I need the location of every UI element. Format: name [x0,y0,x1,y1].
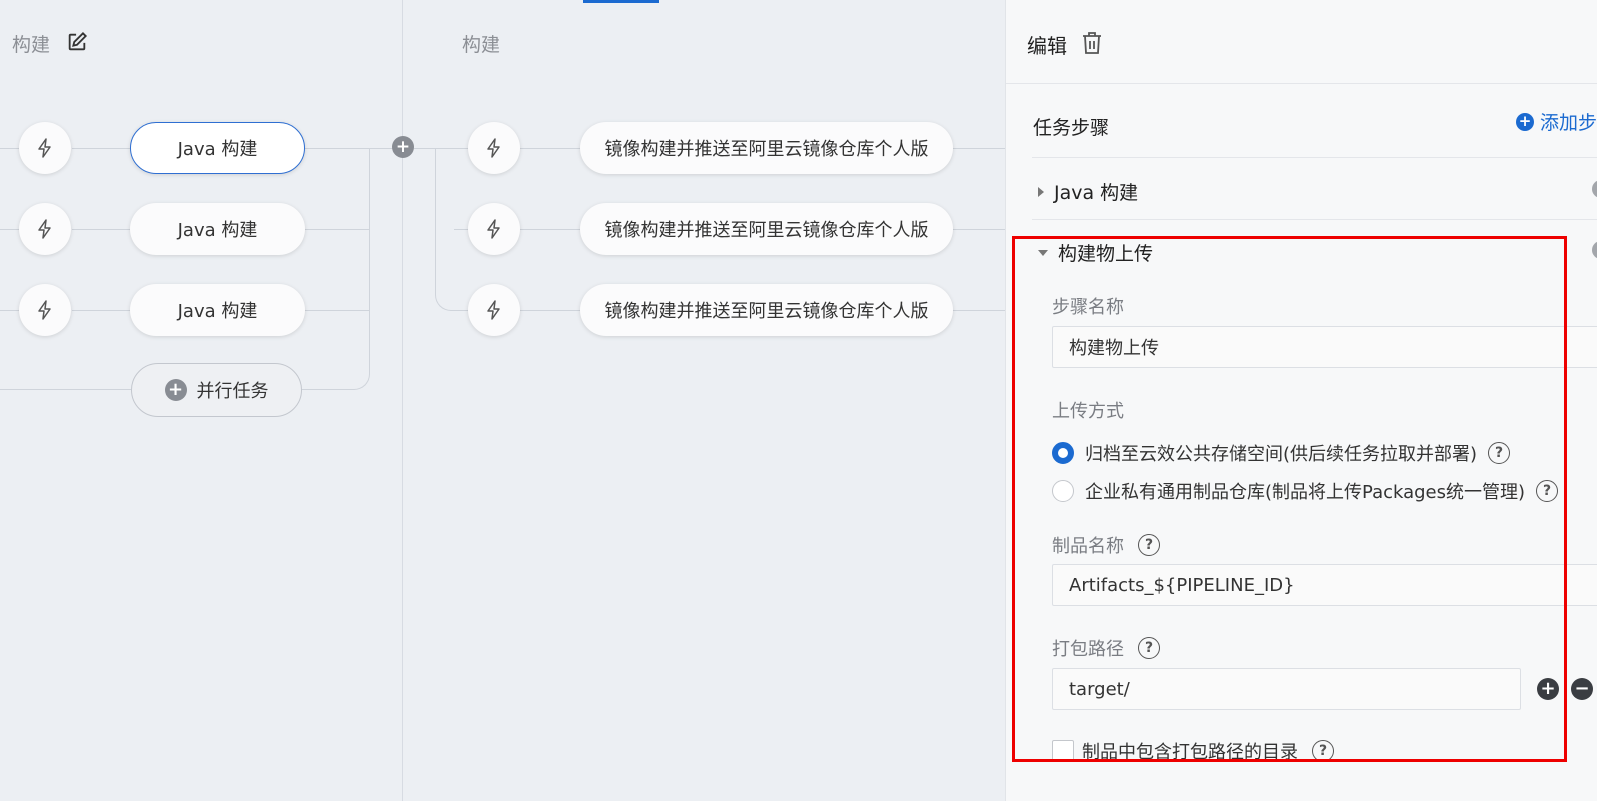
help-icon[interactable]: ? [1312,740,1334,762]
step-row-java-build[interactable]: Java 构建 [1038,178,1138,205]
connector-line [304,148,404,149]
step-name-input[interactable] [1052,326,1597,368]
divider [1032,219,1597,220]
help-icon[interactable]: ? [1536,480,1559,502]
connector-line [0,389,131,390]
artifact-name-label: 制品名称 ? [1052,532,1160,558]
caret-right-icon [1038,186,1044,197]
step-toggle[interactable] [1592,241,1597,259]
connector-line [304,310,370,311]
task-image-build-2[interactable]: 镜像构建并推送至阿里云镜像仓库个人版 [580,203,953,255]
task-java-build-2[interactable]: Java 构建 [130,203,305,255]
add-step-label: 添加步 [1540,112,1597,134]
connector-line [952,229,1005,230]
task-steps-title: 任务步骤 [1033,117,1110,139]
connector-line [435,148,436,293]
trigger-button[interactable] [468,203,520,255]
remove-path-button[interactable]: − [1571,678,1593,700]
task-java-build-3[interactable]: Java 构建 [130,284,305,336]
help-icon[interactable]: ? [1138,637,1160,659]
package-path-input[interactable] [1052,668,1521,710]
stage-divider [402,0,403,801]
trigger-button[interactable] [468,284,520,336]
checkbox-label: 制品中包含打包路径的目录 [1082,742,1298,763]
trigger-button[interactable] [19,284,71,336]
radio-button[interactable] [1052,480,1074,502]
connector-line [414,148,468,149]
trigger-button[interactable] [468,122,520,174]
trigger-button[interactable] [19,122,71,174]
lightning-icon [38,219,51,239]
upload-method-label: 上传方式 [1052,401,1124,422]
panel-header: 编辑 [1006,0,1597,84]
connector-line [520,148,580,149]
connector-line [520,310,580,311]
trigger-button[interactable] [19,203,71,255]
radio-label: 企业私有通用制品仓库(制品将上传Packages统一管理) [1085,482,1526,503]
include-dir-option[interactable]: 制品中包含打包路径的目录 ? [1052,738,1334,764]
lightning-icon [487,219,500,239]
connector-line [0,229,20,230]
connector-line [302,389,338,390]
connector-line [369,148,370,368]
trash-icon[interactable] [1081,31,1103,55]
step-name: 构建物上传 [1058,243,1154,265]
step-name: Java 构建 [1054,182,1139,204]
help-icon[interactable]: ? [1488,442,1511,464]
connector-line [0,310,20,311]
plus-circle-icon: + [164,379,187,401]
upload-option-private-repo[interactable]: 企业私有通用制品仓库(制品将上传Packages统一管理) ? [1052,478,1559,504]
add-path-button[interactable]: + [1537,678,1559,700]
connector-curve [336,352,370,390]
connector-line [304,229,370,230]
edit-panel: 编辑 任务步骤 + 添加步 Java 构建 构建物上传 步骤名称 上传方式 归档… [1005,0,1597,801]
task-java-build-1[interactable]: Java 构建 [130,122,305,174]
edit-icon[interactable] [66,31,88,53]
connector-line [520,229,580,230]
package-path-label: 打包路径 ? [1052,635,1160,661]
stage-title-1: 构建 [12,34,51,56]
connector-line [0,148,20,149]
task-image-build-1[interactable]: 镜像构建并推送至阿里云镜像仓库个人版 [580,122,953,174]
connector-line [454,229,468,230]
add-stage-button[interactable]: + [392,136,414,158]
task-image-build-3[interactable]: 镜像构建并推送至阿里云镜像仓库个人版 [580,284,953,336]
active-tab-indicator [583,0,659,3]
connector-line [72,148,132,149]
panel-title: 编辑 [1027,34,1067,58]
connector-curve [435,276,469,311]
radio-label: 归档至云效公共存储空间(供后续任务拉取并部署) [1085,444,1478,465]
plus-circle-icon: + [1516,112,1534,131]
step-row-artifact-upload[interactable]: 构建物上传 [1038,239,1153,266]
caret-down-icon [1038,249,1048,256]
connector-line [952,148,1005,149]
lightning-icon [487,300,500,320]
radio-button[interactable] [1052,442,1074,464]
divider [1032,157,1597,158]
pipeline-canvas: 构建 构建 Java 构建 Java 构建 Java 构建 + 并行任务 + 镜… [0,0,1005,801]
lightning-icon [487,138,500,158]
connector-line [72,229,132,230]
stage-title-2: 构建 [462,34,501,56]
upload-option-public-storage[interactable]: 归档至云效公共存储空间(供后续任务拉取并部署) ? [1052,440,1511,466]
step-name-label: 步骤名称 [1052,297,1124,318]
add-parallel-task-button[interactable]: + 并行任务 [131,363,302,417]
lightning-icon [38,138,51,158]
lightning-icon [38,300,51,320]
connector-line [72,310,132,311]
add-step-button[interactable]: + 添加步 [1516,108,1597,135]
artifact-name-input[interactable] [1052,564,1597,606]
step-toggle[interactable] [1592,180,1597,198]
parallel-task-label: 并行任务 [196,381,269,402]
checkbox[interactable] [1052,740,1074,762]
help-icon[interactable]: ? [1138,534,1160,556]
connector-line [952,310,1005,311]
